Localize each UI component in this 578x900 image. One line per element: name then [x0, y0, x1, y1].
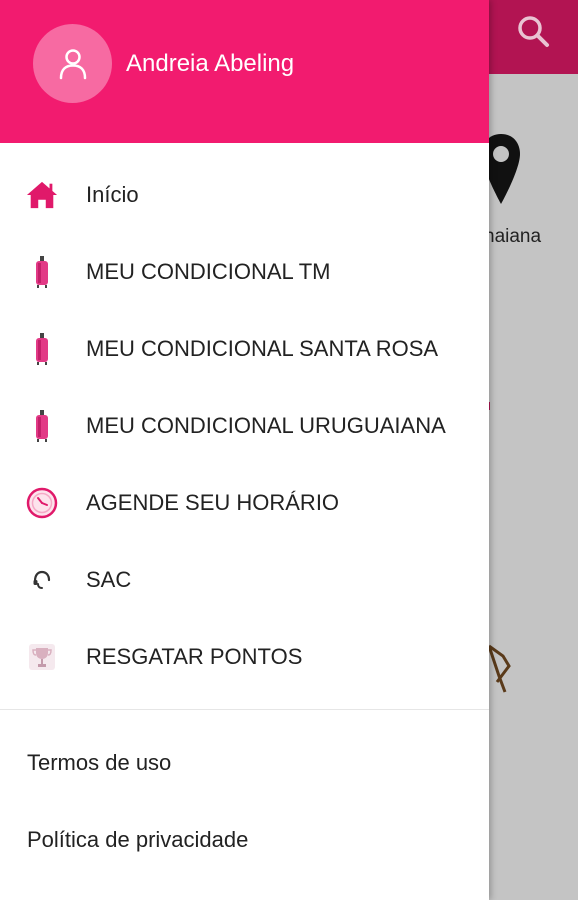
menu-item-resgatar-pontos[interactable]: RESGATAR PONTOS — [0, 618, 489, 695]
user-name: Andreia Abeling — [126, 50, 295, 77]
menu-item-label: MEU CONDICIONAL TM — [86, 258, 331, 284]
headset-icon — [26, 564, 58, 596]
avatar[interactable] — [33, 24, 112, 103]
shoe-illustration-icon — [487, 644, 511, 693]
drawer-header: Andreia Abeling — [0, 0, 489, 143]
suitcase-icon — [26, 332, 58, 365]
suitcase-icon — [26, 255, 58, 288]
menu-item-condicional-santa-rosa[interactable]: MEU CONDICIONAL SANTA ROSA — [0, 310, 489, 387]
user-icon — [59, 48, 86, 79]
menu-divider — [0, 709, 489, 710]
search-icon[interactable] — [516, 14, 550, 48]
menu-item-label: MEU CONDICIONAL SANTA ROSA — [86, 335, 439, 361]
privacy-policy-link[interactable]: Política de privacidade — [0, 801, 489, 878]
trophy-icon — [26, 641, 58, 673]
menu-item-label: SAC — [86, 566, 132, 592]
menu-item-label: AGENDE SEU HORÁRIO — [86, 489, 340, 515]
drawer-menu: Início MEU CONDICIONAL TM MEU CONDICIONA… — [0, 156, 489, 695]
menu-item-label: MEU CONDICIONAL URUGUAIANA — [86, 412, 446, 438]
menu-item-label: RESGATAR PONTOS — [86, 643, 303, 669]
navigation-drawer: Andreia Abeling Início MEU CONDICIONAL T… — [0, 0, 489, 900]
home-icon — [26, 179, 58, 211]
suitcase-icon — [26, 409, 58, 442]
menu-item-inicio[interactable]: Início — [0, 156, 489, 233]
drawer-footer-links: Termos de uso Política de privacidade — [0, 724, 489, 878]
background-city-label: naiana — [484, 226, 542, 247]
menu-item-condicional-uruguaiana[interactable]: MEU CONDICIONAL URUGUAIANA — [0, 387, 489, 464]
terms-of-use-link[interactable]: Termos de uso — [0, 724, 489, 801]
clock-icon — [26, 487, 58, 519]
menu-item-condicional-tm[interactable]: MEU CONDICIONAL TM — [0, 233, 489, 310]
menu-item-sac[interactable]: SAC — [0, 541, 489, 618]
menu-item-agende-horario[interactable]: AGENDE SEU HORÁRIO — [0, 464, 489, 541]
menu-item-label: Início — [86, 181, 139, 207]
